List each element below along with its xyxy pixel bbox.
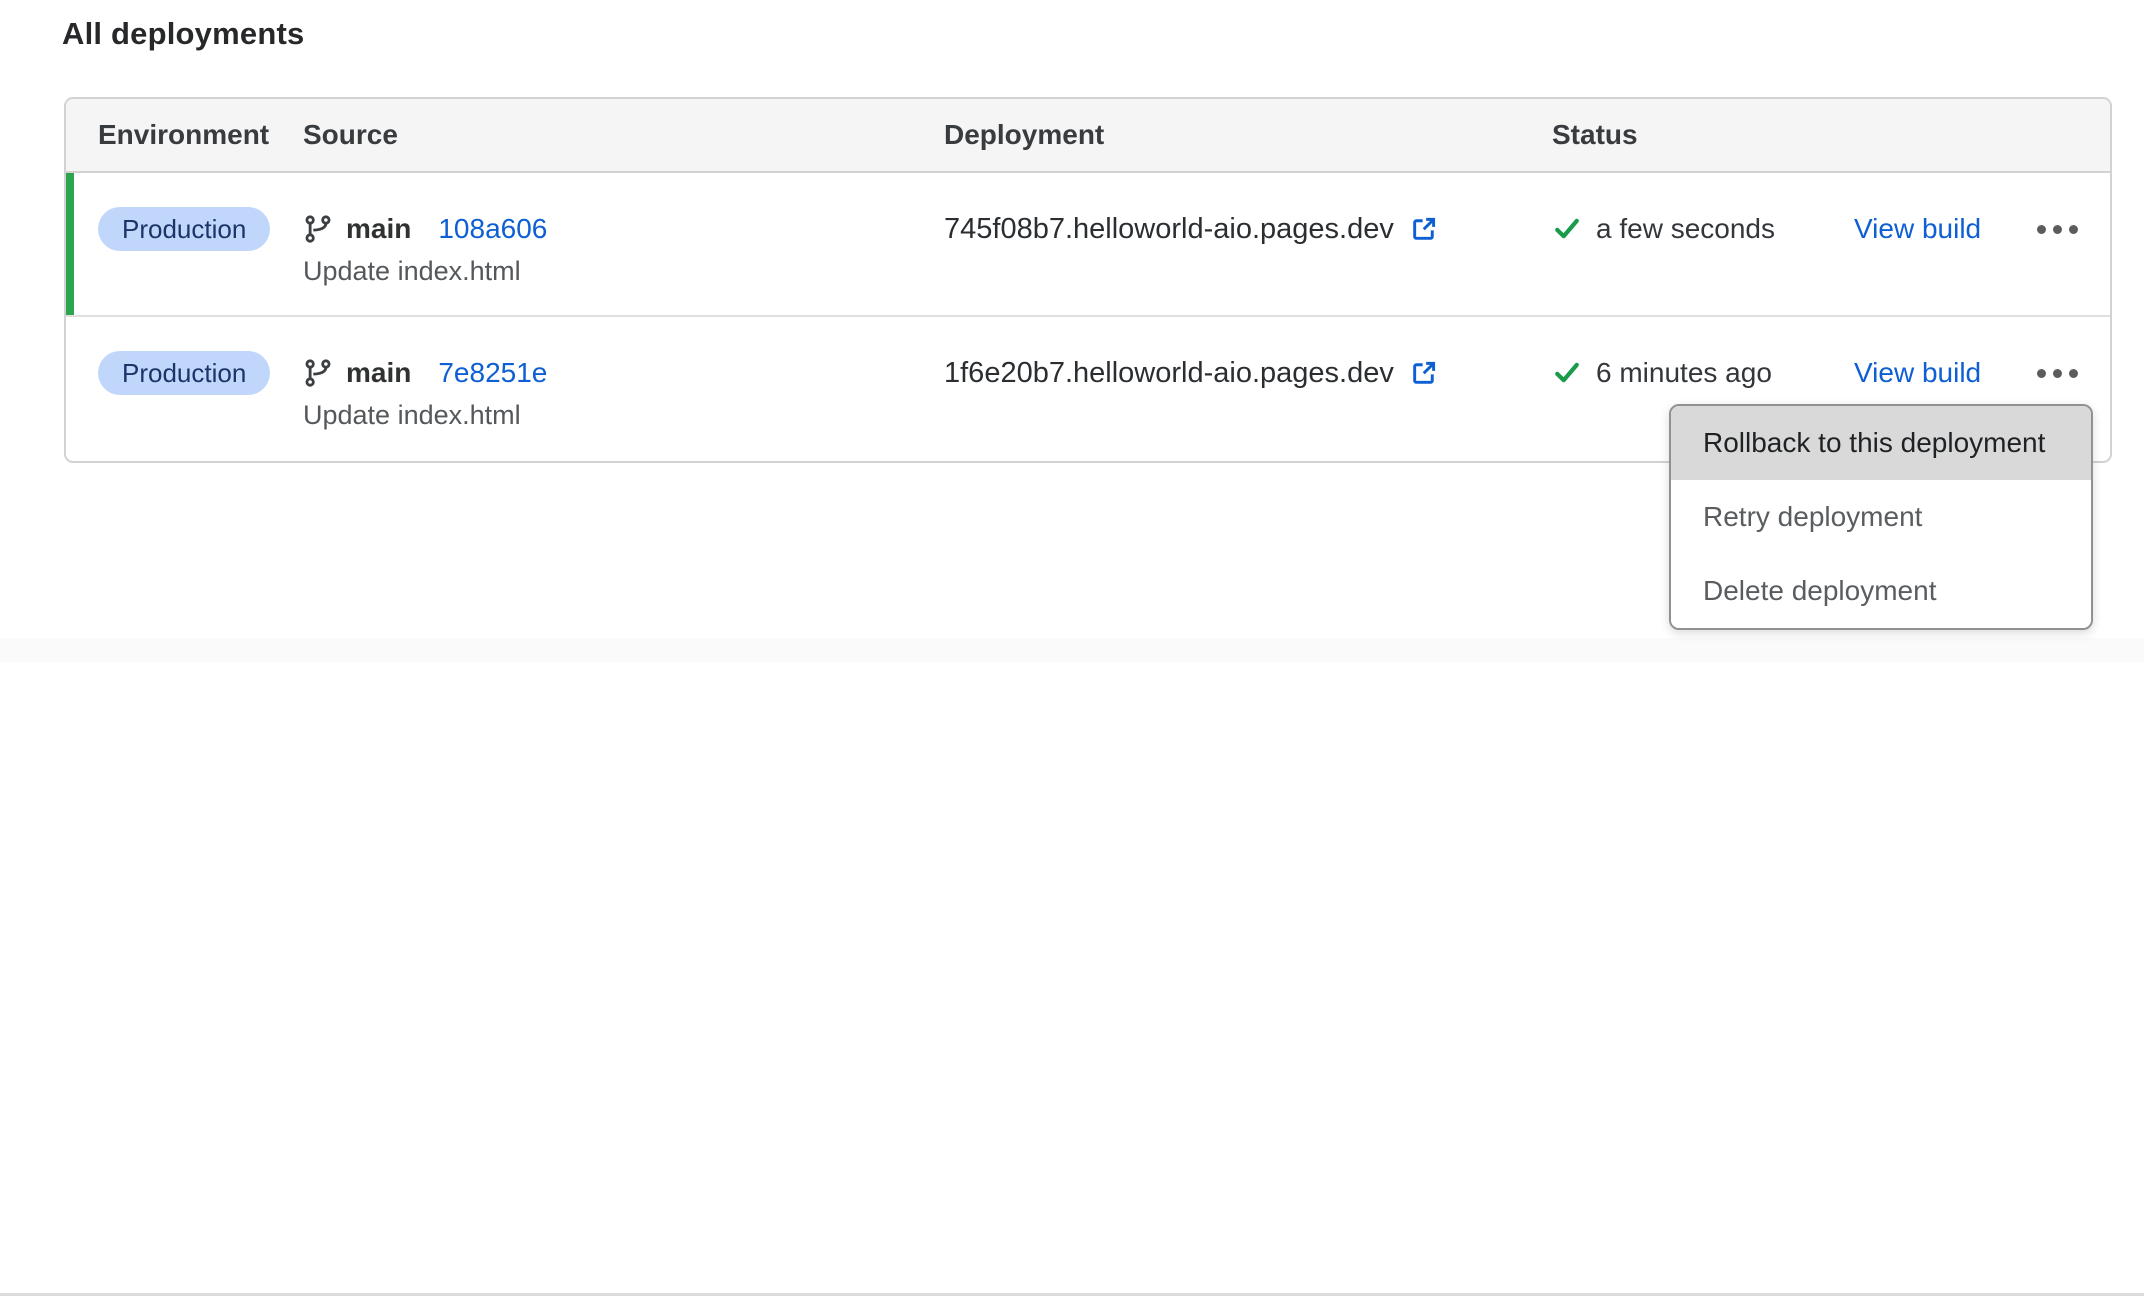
deployment-row: Production main 108a606 Update index.htm…: [66, 173, 2110, 317]
menu-item-delete[interactable]: Delete deployment: [1671, 554, 2091, 628]
commit-message: Update index.html: [303, 399, 944, 431]
view-build-link[interactable]: View build: [1854, 213, 1981, 244]
footer-divider: [0, 638, 2144, 662]
environment-badge: Production: [98, 351, 270, 395]
row-menu-button[interactable]: [2037, 207, 2078, 251]
external-link-icon[interactable]: [1408, 213, 1440, 245]
header-deployment: Deployment: [944, 119, 1552, 151]
checkmark-icon: [1552, 214, 1582, 244]
ellipsis-icon: [2037, 225, 2046, 234]
status-time: a few seconds: [1596, 207, 1775, 251]
status-time: 6 minutes ago: [1596, 351, 1772, 395]
commit-link[interactable]: 108a606: [438, 213, 547, 245]
ellipsis-icon: [2037, 369, 2046, 378]
page-title: All deployments: [62, 16, 304, 52]
header-source: Source: [303, 119, 944, 151]
deployment-context-menu: Rollback to this deployment Retry deploy…: [1669, 404, 2093, 630]
menu-item-retry[interactable]: Retry deployment: [1671, 480, 2091, 554]
branch-name: main: [346, 357, 411, 389]
row-menu-button[interactable]: [2037, 351, 2078, 395]
menu-item-rollback[interactable]: Rollback to this deployment: [1671, 406, 2091, 480]
environment-badge: Production: [98, 207, 270, 251]
external-link-icon[interactable]: [1408, 357, 1440, 389]
branch-name: main: [346, 213, 411, 245]
deployment-url: 1f6e20b7.helloworld-aio.pages.dev: [944, 351, 1394, 395]
checkmark-icon: [1552, 358, 1582, 388]
git-branch-icon: [303, 214, 333, 244]
git-branch-icon: [303, 358, 333, 388]
header-environment: Environment: [66, 119, 303, 151]
commit-link[interactable]: 7e8251e: [438, 357, 547, 389]
header-status: Status: [1552, 119, 1854, 151]
commit-message: Update index.html: [303, 255, 944, 287]
table-header-row: Environment Source Deployment Status: [66, 99, 2110, 173]
deployment-url: 745f08b7.helloworld-aio.pages.dev: [944, 207, 1394, 251]
active-deployment-indicator: [66, 173, 74, 315]
view-build-link[interactable]: View build: [1854, 357, 1981, 388]
